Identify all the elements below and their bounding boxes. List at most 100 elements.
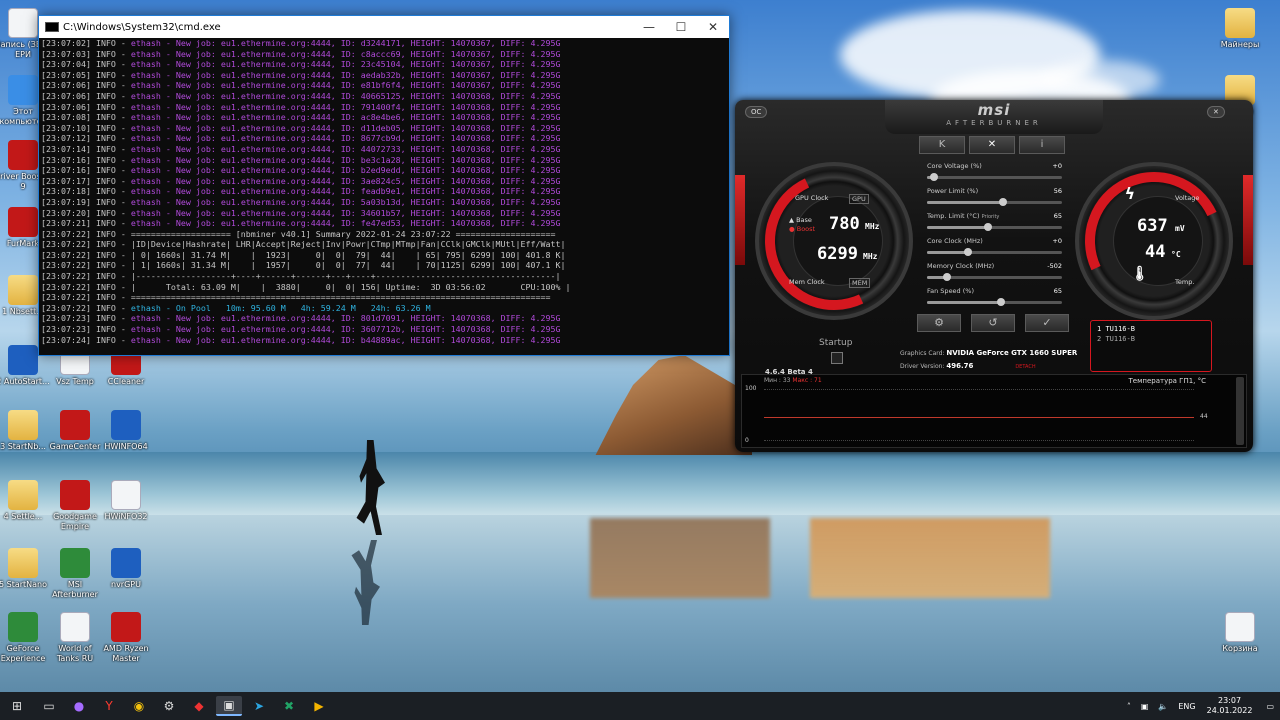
k-boost-button[interactable]: K: [919, 136, 965, 154]
desktop-icon[interactable]: 4 Settle...: [0, 480, 52, 522]
app-icon: [8, 345, 38, 375]
desktop-icon[interactable]: GameCenter: [46, 410, 104, 452]
alice-icon[interactable]: ●: [66, 696, 92, 716]
desktop-icon[interactable]: World of Tanks RU: [46, 612, 104, 664]
document-icon: [111, 480, 141, 510]
startup-windows-icon[interactable]: [831, 352, 843, 364]
yandex-browser-icon[interactable]: Y: [96, 696, 122, 716]
volume-icon[interactable]: 🔈: [1158, 702, 1168, 711]
slider-label: Fan Speed (%): [927, 287, 975, 295]
excel-icon[interactable]: ✖: [276, 696, 302, 716]
graph-scrollbar[interactable]: [1236, 377, 1244, 445]
console-line: [23:07:06] INFO - ethash - New job: eu1.…: [41, 80, 561, 91]
slider[interactable]: Power Limit (%) 56: [927, 187, 1062, 206]
slider-track[interactable]: [927, 223, 1062, 231]
cmd-titlebar[interactable]: C:\Windows\System32\cmd.exe — ☐ ✕: [39, 16, 729, 38]
language-indicator[interactable]: ENG: [1178, 702, 1195, 711]
desktop-icon[interactable]: 5 StartNano: [0, 548, 52, 590]
slider-handle[interactable]: [983, 223, 992, 231]
console-line: [23:07:22] INFO - ==================== […: [41, 228, 556, 239]
slider-handle[interactable]: [929, 173, 938, 181]
desktop-icon-label: 2 AutoStart...: [0, 377, 50, 386]
slider[interactable]: Core Voltage (%) +0: [927, 162, 1062, 181]
desktop-icon[interactable]: GeForce Experience: [0, 612, 52, 664]
slider-handle[interactable]: [997, 298, 1006, 306]
start-button[interactable]: ⊞: [2, 696, 32, 716]
chrome-icon[interactable]: ◉: [126, 696, 152, 716]
console-line: [23:07:18] INFO - ethash - New job: eu1.…: [41, 186, 561, 197]
telegram-icon[interactable]: ➤: [246, 696, 272, 716]
console-line: [23:07:10] INFO - ethash - New job: eu1.…: [41, 122, 561, 133]
msi-afterburner-taskbar-icon[interactable]: ◆: [186, 696, 212, 716]
minimize-button[interactable]: —: [633, 20, 665, 34]
cmd-window[interactable]: C:\Windows\System32\cmd.exe — ☐ ✕ [23:07…: [38, 15, 730, 356]
settings-icon[interactable]: ⚙: [156, 696, 182, 716]
app-icon: [60, 410, 90, 440]
clock-date: 24.01.2022: [1206, 706, 1253, 715]
desktop-icon-label: World of Tanks RU: [56, 644, 94, 663]
console-line: [23:07:08] INFO - ethash - New job: eu1.…: [41, 112, 561, 123]
desktop-icon[interactable]: Майнеры: [1211, 8, 1269, 50]
desktop-icon-label: Майнеры: [1220, 40, 1260, 49]
kombustor-button[interactable]: ✕: [969, 136, 1015, 154]
console-line: [23:07:16] INFO - ethash - New job: eu1.…: [41, 165, 561, 176]
slider-handle[interactable]: [998, 198, 1007, 206]
slider-handle[interactable]: [963, 248, 972, 256]
gpu-item[interactable]: 2 TU116-B: [1097, 334, 1205, 344]
slider[interactable]: Temp. Limit (°C) Priority 65: [927, 212, 1062, 231]
notifications-icon[interactable]: ▭: [1266, 702, 1274, 711]
chevron-up-icon[interactable]: ˄: [1127, 702, 1131, 711]
network-icon[interactable]: ▣: [1141, 702, 1149, 711]
slider-label: Temp. Limit (°C): [927, 212, 980, 220]
graph-y-bottom: 0: [745, 437, 749, 444]
console-line: [23:07:23] INFO - ethash - New job: eu1.…: [41, 313, 561, 324]
info-button[interactable]: i: [1019, 136, 1065, 154]
reset-button[interactable]: ↺: [971, 314, 1015, 332]
slider-track[interactable]: [927, 173, 1062, 181]
console-line: [23:07:23] INFO - ethash - New job: eu1.…: [41, 324, 561, 335]
slider-track[interactable]: [927, 198, 1062, 206]
slider-label: Core Voltage (%): [927, 162, 982, 170]
console-output[interactable]: [23:07:02] INFO - ethash - New job: eu1.…: [39, 38, 729, 355]
desktop-icon[interactable]: 3 StartNb...: [0, 410, 52, 452]
gpu-selector[interactable]: 1 TU116-B 2 TU116-B: [1090, 320, 1212, 372]
folder-icon: [8, 480, 38, 510]
app-icon: [8, 75, 38, 105]
desktop-icon[interactable]: MSI Afterburner: [46, 548, 104, 600]
detach-button[interactable]: DETACH: [1015, 364, 1035, 370]
console-line: [23:07:02] INFO - ethash - New job: eu1.…: [41, 38, 561, 48]
temp-value: 44: [1145, 242, 1166, 262]
close-button[interactable]: ✕: [1207, 106, 1225, 118]
desktop-icon[interactable]: HWINFO64: [97, 410, 155, 452]
afterburner-window[interactable]: OC ✕ msi AFTERBURNER GPU Clock GPU ▲ Bas…: [735, 100, 1253, 452]
slider[interactable]: Fan Speed (%) 65: [927, 287, 1062, 306]
slider-track[interactable]: [927, 248, 1062, 256]
slider[interactable]: Memory Clock (MHz) -502: [927, 262, 1062, 281]
settings-button[interactable]: ⚙: [917, 314, 961, 332]
gpu-item[interactable]: 1 TU116-B: [1097, 324, 1205, 334]
desktop-icon-label: nvrGPU: [111, 580, 141, 589]
task-view-icon[interactable]: ▭: [36, 696, 62, 716]
slider[interactable]: Core Clock (MHz) +0: [927, 237, 1062, 256]
console-line: [23:07:16] INFO - ethash - New job: eu1.…: [41, 154, 561, 165]
slider-track[interactable]: [927, 298, 1062, 306]
slider-handle[interactable]: [943, 273, 952, 281]
afterburner-header: msi AFTERBURNER: [885, 100, 1103, 134]
clock[interactable]: 23:07 24.01.2022: [1207, 696, 1253, 716]
desktop-icon[interactable]: Корзина: [1211, 612, 1269, 654]
cmd-taskbar-icon[interactable]: ▣: [216, 696, 242, 716]
maximize-button[interactable]: ☐: [665, 20, 697, 34]
desktop-icon-label: CCleaner: [107, 377, 145, 386]
close-button[interactable]: ✕: [697, 20, 729, 34]
desktop-icon[interactable]: nvrGPU: [97, 548, 155, 590]
desktop-icon[interactable]: HWiNFO32: [97, 480, 155, 522]
slider-track[interactable]: [927, 273, 1062, 281]
card-name: NVIDIA GeForce GTX 1660 SUPER: [946, 349, 1078, 357]
mem-clock-value: 6299: [817, 244, 858, 264]
card-label: Graphics Card:: [900, 350, 945, 357]
media-player-icon[interactable]: ▶: [306, 696, 332, 716]
oc-scanner-button[interactable]: OC: [745, 106, 768, 118]
desktop-icon[interactable]: Goodgame Empire: [46, 480, 104, 532]
apply-button[interactable]: ✓: [1025, 314, 1069, 332]
desktop-icon[interactable]: AMD Ryzen Master: [97, 612, 155, 664]
